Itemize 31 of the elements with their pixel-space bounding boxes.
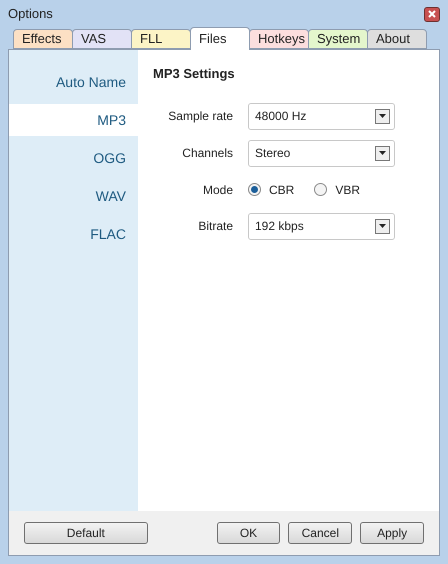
field-label: Bitrate — [197, 218, 233, 235]
field-label: Sample rate — [167, 108, 233, 125]
close-icon — [428, 10, 436, 18]
tab[interactable]: VAS — [72, 29, 132, 49]
radio-button[interactable] — [248, 183, 261, 196]
field-label: Channels — [181, 145, 233, 162]
tab[interactable]: Files — [190, 27, 250, 50]
sidebar-item[interactable]: WAV — [9, 180, 138, 212]
sidebar-item[interactable]: Auto Name — [9, 66, 138, 98]
sidebar-item[interactable]: OGG — [9, 142, 138, 174]
dialog-button[interactable]: Cancel — [288, 522, 352, 544]
radio-option[interactable]: VBR — [314, 180, 360, 198]
field-label: Mode — [202, 182, 233, 198]
radio-option[interactable]: CBR — [248, 180, 294, 198]
section-title: MP3 Settings — [153, 65, 236, 83]
tab[interactable]: System — [308, 29, 368, 49]
tab[interactable]: FLL — [131, 29, 191, 49]
dialog-button[interactable]: Default — [24, 522, 148, 544]
radio-button[interactable] — [314, 183, 328, 196]
tab[interactable]: Hotkeys — [249, 29, 309, 49]
sidebar-item[interactable]: MP3 — [9, 104, 138, 136]
dropdown[interactable]: 192 kbps — [248, 212, 395, 240]
tab[interactable]: Effects — [13, 29, 73, 49]
dropdown[interactable]: 48000 Hz — [248, 102, 395, 130]
dropdown[interactable]: Stereo — [248, 140, 395, 166]
dialog-button[interactable]: Apply — [360, 522, 424, 544]
dialog-button[interactable]: OK — [216, 522, 280, 544]
tab[interactable]: About — [367, 29, 427, 49]
sidebar-item[interactable]: FLAC — [9, 218, 138, 250]
window-title: Options — [8, 5, 53, 24]
close-button[interactable] — [424, 6, 440, 22]
